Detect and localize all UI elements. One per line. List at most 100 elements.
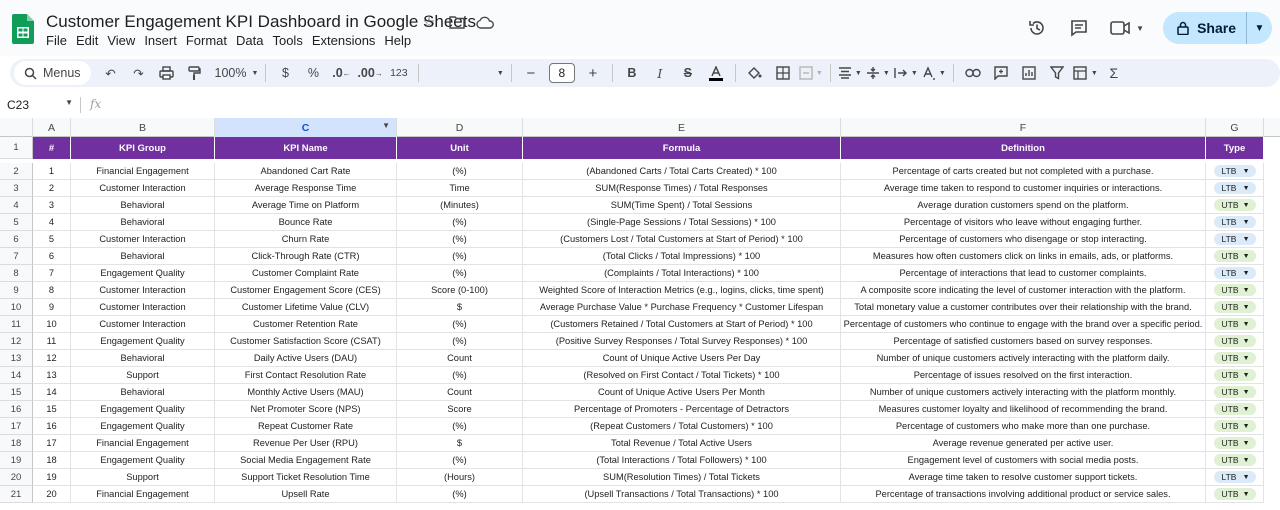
row-number[interactable]: 12 [0,333,33,350]
cell-kpi-name[interactable]: Daily Active Users (DAU) [215,350,397,367]
cell-definition[interactable]: Percentage of transactions involving add… [841,486,1206,503]
cell-formula[interactable]: (Total Interactions / Total Followers) *… [523,452,841,469]
cell-kpi-name[interactable]: Monthly Active Users (MAU) [215,384,397,401]
cell-kpi-name[interactable]: Click-Through Rate (CTR) [215,248,397,265]
cell-kpi-name[interactable]: Revenue Per User (RPU) [215,435,397,452]
insert-comment-icon[interactable] [989,61,1013,85]
type-dropdown-chip[interactable]: LTB ▼ [1213,267,1256,279]
cell-kpi-name[interactable]: Abandoned Cart Rate [215,163,397,180]
cell-formula[interactable]: (Total Clicks / Total Impressions) * 100 [523,248,841,265]
cell-kpi-name[interactable]: Support Ticket Resolution Time [215,469,397,486]
column-header-a[interactable]: A [33,118,71,137]
cell-formula[interactable]: SUM(Time Spent) / Total Sessions [523,197,841,214]
cell-kpi-name[interactable]: Repeat Customer Rate [215,418,397,435]
cell-unit[interactable]: Time [397,180,523,197]
cell-hash[interactable]: 17 [33,435,71,452]
cell-definition[interactable]: Percentage of customers who make more th… [841,418,1206,435]
cell-definition[interactable]: Number of unique customers actively inte… [841,384,1206,401]
text-rotation-icon[interactable]: ▼ [922,61,946,85]
merge-cells-icon[interactable]: ▼ [799,61,823,85]
cell-kpi-name[interactable]: Average Response Time [215,180,397,197]
cell-unit[interactable]: (Minutes) [397,197,523,214]
cell-formula[interactable]: (Customers Retained / Total Customers at… [523,316,841,333]
cell-formula[interactable]: Percentage of Promoters - Percentage of … [523,401,841,418]
cell-unit[interactable]: (%) [397,452,523,469]
type-dropdown-chip[interactable]: UTB ▼ [1213,352,1256,364]
font-size-input[interactable]: 8 [548,63,575,83]
cell-unit[interactable]: Score (0-100) [397,282,523,299]
menu-help[interactable]: Help [384,33,418,48]
strikethrough-icon[interactable]: S [676,61,700,85]
row-number[interactable]: 10 [0,299,33,316]
cell-hash[interactable]: 14 [33,384,71,401]
sheets-logo-icon[interactable] [12,14,34,44]
cell-kpi-group[interactable]: Behavioral [71,384,215,401]
cell-formula[interactable]: Weighted Score of Interaction Metrics (e… [523,282,841,299]
cell-formula[interactable]: Count of Unique Active Users Per Day [523,350,841,367]
functions-button[interactable]: Σ [1102,61,1126,85]
row-number[interactable]: 4 [0,197,33,214]
cell-formula[interactable]: SUM(Response Times) / Total Responses [523,180,841,197]
menu-insert[interactable]: Insert [144,33,184,48]
currency-format-button[interactable]: $ [273,61,297,85]
cell-unit[interactable]: Count [397,384,523,401]
meet-video-icon[interactable]: ▼ [1109,16,1145,40]
cell-formula[interactable]: (Customers Lost / Total Customers at Sta… [523,231,841,248]
menus-search[interactable]: Menus [14,61,91,85]
cell-formula[interactable]: (Repeat Customers / Total Customers) * 1… [523,418,841,435]
type-dropdown-chip[interactable]: UTB ▼ [1213,454,1256,466]
row-number[interactable]: 16 [0,401,33,418]
cell-hash[interactable]: 2 [33,180,71,197]
menu-edit[interactable]: Edit [76,33,105,48]
row-number[interactable]: 21 [0,486,33,503]
header-cell-formula[interactable]: Formula [523,137,841,159]
cell-type[interactable]: UTB ▼ [1206,282,1264,299]
cell-type[interactable]: UTB ▼ [1206,384,1264,401]
cell-kpi-group[interactable]: Engagement Quality [71,333,215,350]
row-number[interactable]: 8 [0,265,33,282]
type-dropdown-chip[interactable]: UTB ▼ [1213,199,1256,211]
row-number[interactable]: 15 [0,384,33,401]
cell-kpi-group[interactable]: Customer Interaction [71,316,215,333]
cell-definition[interactable]: Percentage of satisfied customers based … [841,333,1206,350]
type-dropdown-chip[interactable]: UTB ▼ [1213,250,1256,262]
cell-kpi-group[interactable]: Customer Interaction [71,180,215,197]
cell-definition[interactable]: Measures how often customers click on li… [841,248,1206,265]
zoom-select[interactable]: 100% ▼ [215,61,259,85]
row-number[interactable]: 6 [0,231,33,248]
chevron-down-icon[interactable]: ▼ [382,121,390,130]
cell-unit[interactable]: Score [397,401,523,418]
row-number[interactable]: 14 [0,367,33,384]
vertical-align-icon[interactable]: ▼ [866,61,890,85]
header-cell-kpi-name[interactable]: KPI Name [215,137,397,159]
cell-hash[interactable]: 5 [33,231,71,248]
menu-extensions[interactable]: Extensions [312,33,383,48]
insert-link-icon[interactable] [961,61,985,85]
cell-unit[interactable]: (%) [397,231,523,248]
cell-kpi-name[interactable]: First Contact Resolution Rate [215,367,397,384]
type-dropdown-chip[interactable]: LTB ▼ [1213,471,1256,483]
cell-definition[interactable]: Average duration customers spend on the … [841,197,1206,214]
cell-kpi-group[interactable]: Engagement Quality [71,418,215,435]
cell-unit[interactable]: (%) [397,486,523,503]
cell-unit[interactable]: $ [397,435,523,452]
column-header-g[interactable]: G [1206,118,1264,137]
cell-hash[interactable]: 6 [33,248,71,265]
cell-formula[interactable]: (Complaints / Total Interactions) * 100 [523,265,841,282]
cell-unit[interactable]: (%) [397,163,523,180]
share-options-chevron-icon[interactable]: ▼ [1246,12,1272,44]
cell-hash[interactable]: 10 [33,316,71,333]
row-number[interactable]: 1 [0,137,33,159]
column-header-e[interactable]: E [523,118,841,137]
cell-type[interactable]: UTB ▼ [1206,350,1264,367]
cell-kpi-name[interactable]: Customer Retention Rate [215,316,397,333]
header-cell-type[interactable]: Type [1206,137,1264,159]
type-dropdown-chip[interactable]: LTB ▼ [1213,182,1256,194]
cell-hash[interactable]: 8 [33,282,71,299]
chevron-down-icon[interactable]: ▼ [1136,24,1144,33]
cell-hash[interactable]: 3 [33,197,71,214]
type-dropdown-chip[interactable]: LTB ▼ [1213,216,1256,228]
row-number[interactable]: 5 [0,214,33,231]
cell-formula[interactable]: Total Revenue / Total Active Users [523,435,841,452]
filter-icon[interactable] [1045,61,1069,85]
